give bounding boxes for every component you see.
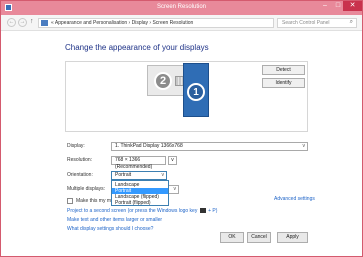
- address-bar[interactable]: « Appearance and Personalisation › Displ…: [38, 18, 302, 29]
- apply-button[interactable]: Apply: [277, 232, 308, 243]
- chevron-down-icon: v: [171, 157, 174, 163]
- windows-logo-icon: [199, 208, 206, 214]
- cancel-button[interactable]: Cancel: [247, 232, 271, 243]
- orientation-select[interactable]: Portrait v: [111, 171, 167, 180]
- project-link-suffix: + P): [208, 208, 218, 214]
- close-button[interactable]: ✕: [343, 1, 362, 11]
- identify-button[interactable]: Identify: [262, 78, 305, 88]
- main-display-checkbox[interactable]: [67, 198, 73, 204]
- orientation-dropdown-list[interactable]: Landscape Portrait Landscape (flipped) P…: [111, 180, 169, 206]
- chevron-down-icon: v: [161, 172, 165, 178]
- monitor-1-number: 1: [187, 83, 205, 101]
- display-settings-help-link[interactable]: What display settings should I choose?: [67, 226, 153, 232]
- search-input[interactable]: Search Control Panel ⌕: [277, 18, 357, 28]
- orientation-value: Portrait: [115, 172, 132, 178]
- page-title: Change the appearance of your displays: [65, 43, 209, 52]
- chevron-down-icon: v: [173, 186, 177, 192]
- display-value: 1. ThinkPad Display 1366x768: [115, 143, 183, 149]
- title-bar[interactable]: Screen Resolution – □ ✕: [1, 1, 362, 15]
- resolution-select[interactable]: 768 × 1366 (Recommended): [111, 156, 166, 170]
- display-select[interactable]: 1. ThinkPad Display 1366x768 v: [111, 142, 308, 151]
- breadcrumb[interactable]: « Appearance and Personalisation › Displ…: [51, 20, 193, 26]
- resolution-value: 768 × 1366 (Recommended): [115, 157, 153, 170]
- display-label: Display:: [67, 143, 85, 149]
- window-title: Screen Resolution: [156, 4, 207, 10]
- ok-button[interactable]: OK: [220, 232, 244, 243]
- up-arrow-icon[interactable]: ↑: [30, 18, 34, 25]
- monitor-2-number: 2: [154, 72, 172, 90]
- search-placeholder: Search Control Panel: [282, 20, 330, 26]
- monitor-1[interactable]: 1: [183, 63, 209, 117]
- detect-button[interactable]: Detect: [262, 65, 305, 75]
- orientation-option[interactable]: Portrait (flipped): [112, 200, 168, 206]
- project-second-screen-link[interactable]: Project to a second screen (or press the…: [67, 208, 217, 214]
- search-icon[interactable]: ⌕: [350, 19, 353, 26]
- screen-resolution-window: Screen Resolution – □ ✕ ← → ↑ « Appearan…: [0, 0, 363, 257]
- back-arrow-icon[interactable]: ←: [7, 18, 16, 27]
- control-panel-small-icon: [41, 20, 48, 26]
- resolution-label: Resolution:: [67, 157, 93, 163]
- text-size-link[interactable]: Make text and other items larger or smal…: [67, 217, 162, 223]
- chevron-down-icon: v: [302, 143, 306, 149]
- orientation-label: Orientation:: [67, 172, 93, 178]
- address-toolbar: ← → ↑ « Appearance and Personalisation ›…: [1, 15, 362, 31]
- multiple-displays-label: Multiple displays:: [67, 186, 106, 192]
- advanced-settings-link[interactable]: Advanced settings: [274, 196, 315, 202]
- forward-arrow-icon[interactable]: →: [18, 18, 27, 27]
- project-link-text: Project to a second screen (or press the…: [67, 208, 198, 214]
- display-arrangement-preview: 2 1 Detect Identify: [65, 61, 308, 132]
- resolution-dropdown-button[interactable]: v: [168, 156, 177, 165]
